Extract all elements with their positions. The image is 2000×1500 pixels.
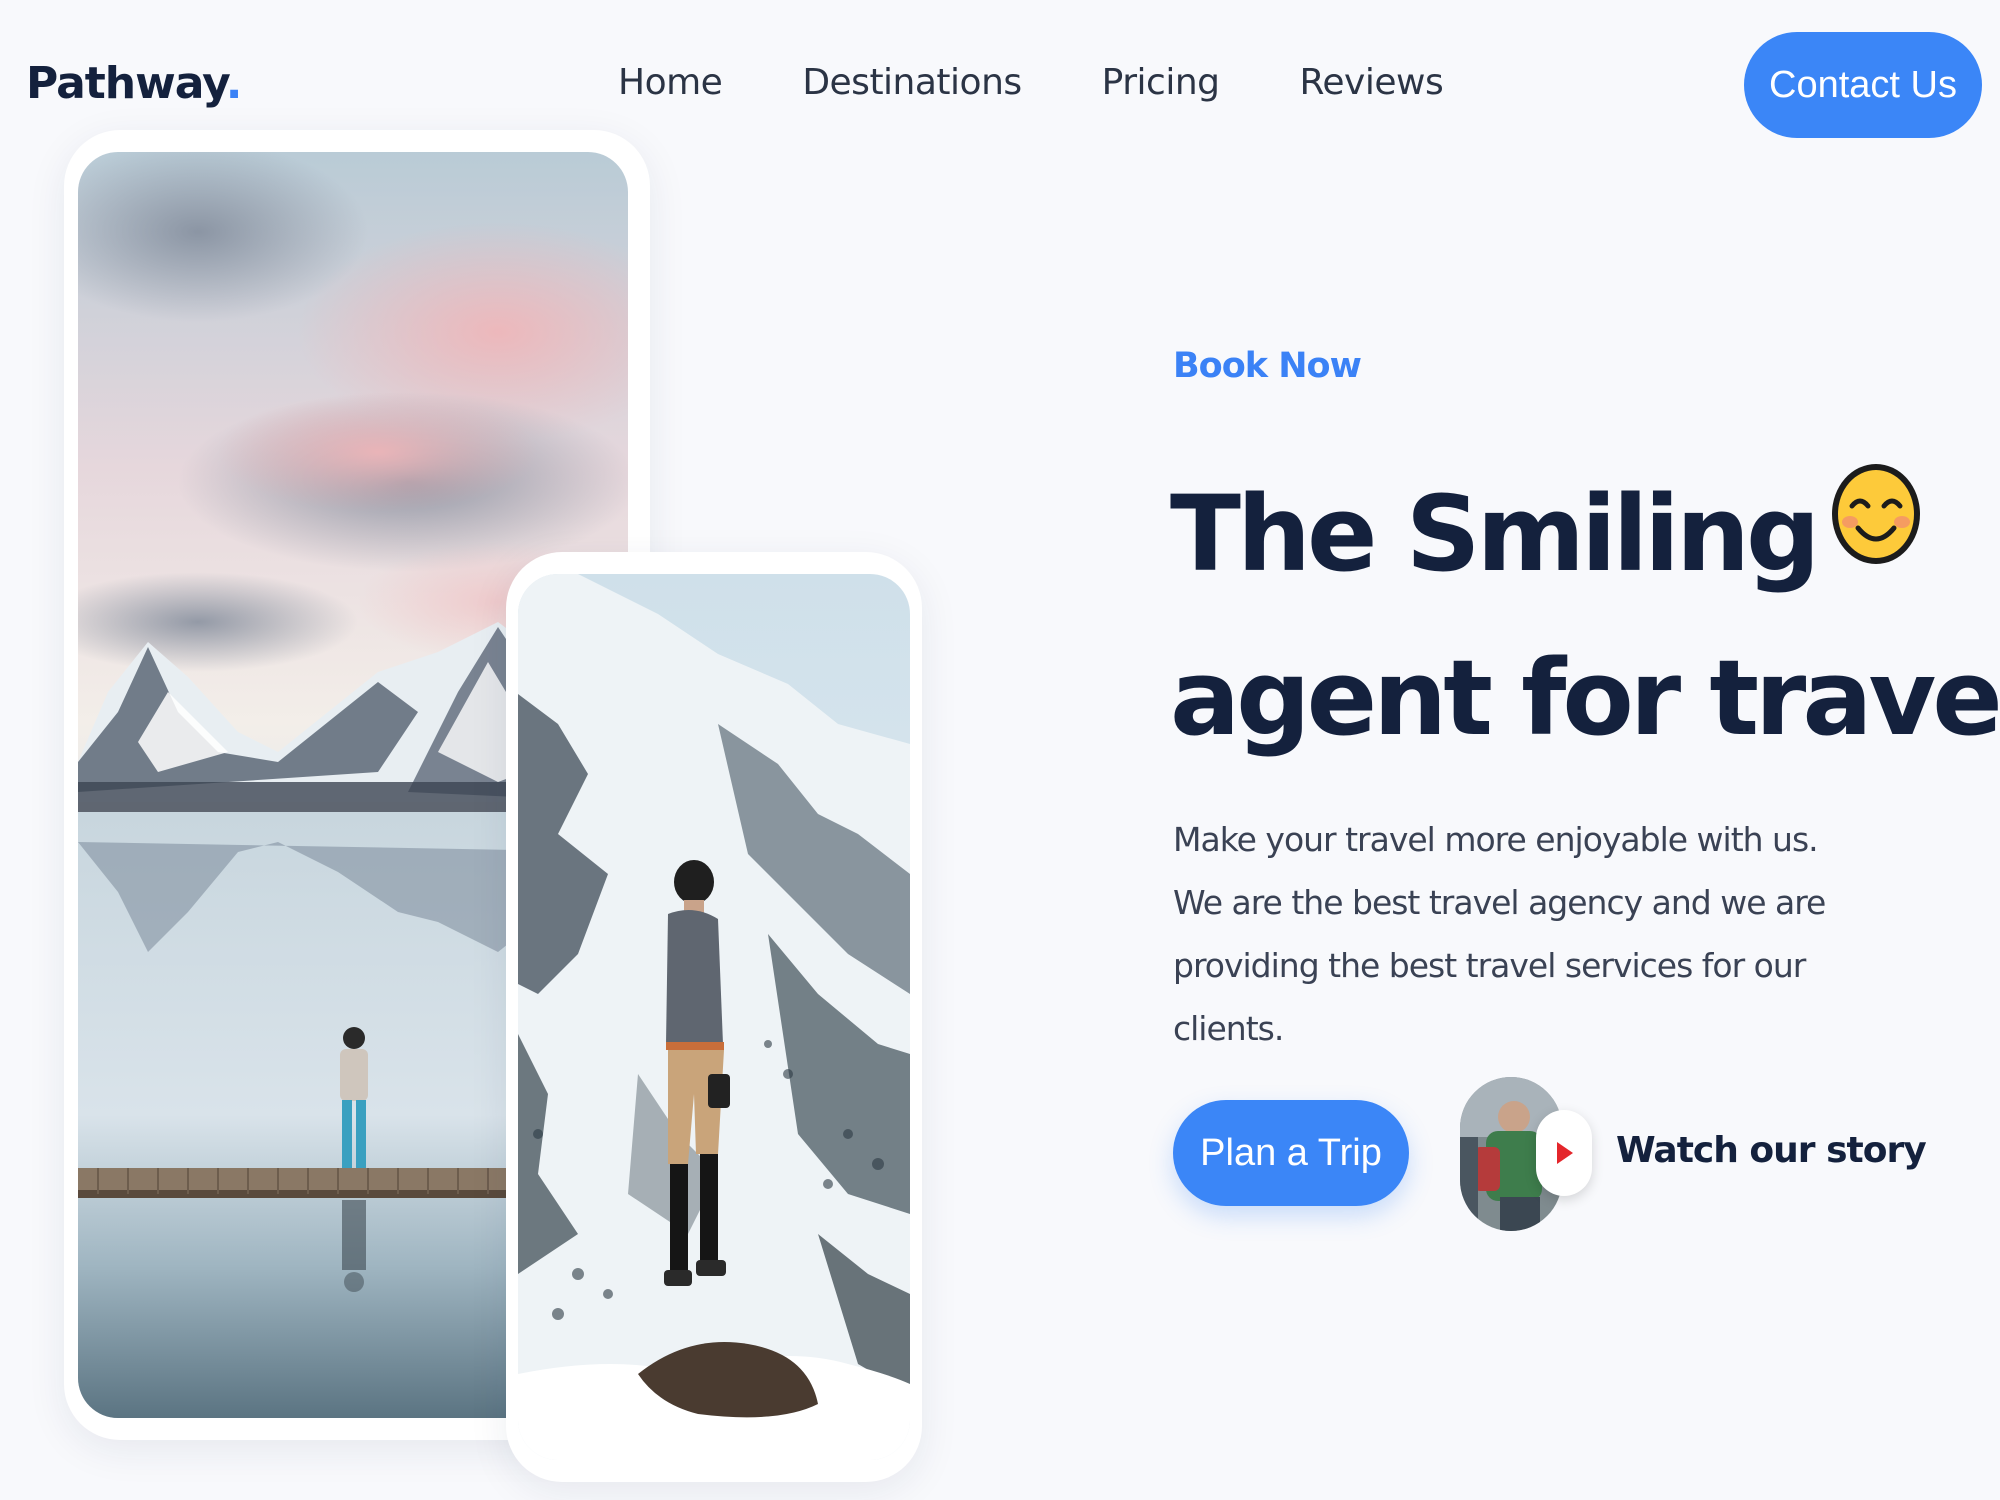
watch-our-story-label[interactable]: Watch our story — [1616, 1130, 1927, 1171]
headline-line-2: agent for travel — [1170, 637, 2000, 759]
play-icon — [1557, 1142, 1573, 1164]
mountain-photo-card — [506, 552, 922, 1482]
headline-line-1-text: The Smiling — [1170, 473, 1820, 595]
book-now-eyebrow: Book Now — [1173, 346, 1362, 386]
brand-name: Pathway — [26, 58, 227, 109]
main-nav: Home Destinations Pricing Reviews — [618, 62, 1523, 103]
hero-headline: The Smiling agent for travel — [1170, 452, 2000, 780]
play-button[interactable] — [1536, 1110, 1592, 1196]
nav-link-reviews[interactable]: Reviews — [1300, 62, 1444, 103]
smiling-face-icon — [1830, 448, 1922, 612]
headline-line-1: The Smiling — [1170, 452, 1921, 616]
snowy-mountain-hiker-photo — [518, 574, 910, 1460]
nav-link-destinations[interactable]: Destinations — [802, 62, 1022, 103]
landing-page: Pathway. Home Destinations Pricing Revie… — [0, 0, 2000, 1500]
nav-link-home[interactable]: Home — [618, 62, 723, 103]
hero-description: Make your travel more enjoyable with us.… — [1173, 820, 1826, 1048]
plan-a-trip-button[interactable]: Plan a Trip — [1173, 1100, 1409, 1206]
brand-dot: . — [225, 58, 243, 109]
nav-link-pricing[interactable]: Pricing — [1102, 62, 1220, 103]
contact-us-button[interactable]: Contact Us — [1744, 32, 1982, 138]
brand-logo[interactable]: Pathway. — [26, 58, 243, 109]
